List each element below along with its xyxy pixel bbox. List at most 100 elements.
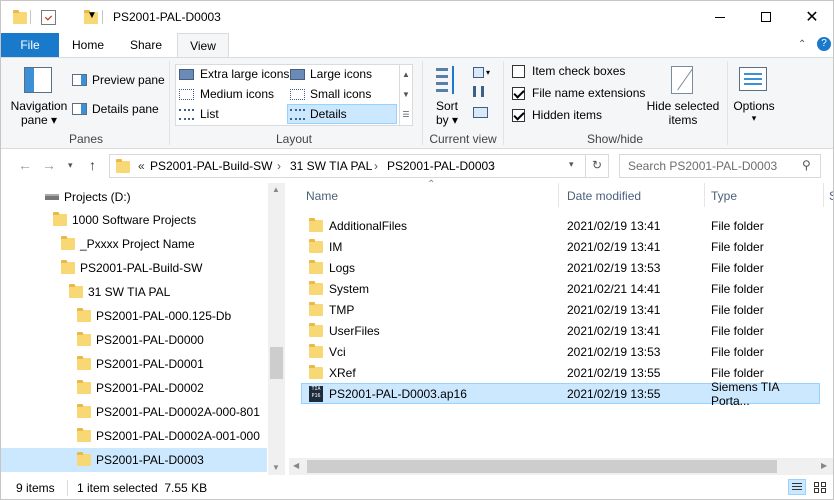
size-columns-button[interactable] [473,107,489,121]
file-row-userfiles[interactable]: UserFiles 2021/02/19 13:41 File folder [301,320,820,341]
properties-icon[interactable] [41,10,56,25]
details-pane-button[interactable]: Details pane [72,100,159,118]
nav-item-ps2001-pal-d0001[interactable]: PS2001-PAL-D0001 [1,352,267,376]
file-row-logs[interactable]: Logs 2021/02/19 13:53 File folder [301,257,820,278]
tab-share[interactable]: Share [119,33,173,57]
file-date: 2021/02/19 13:55 [567,386,661,401]
column-header-date-modified[interactable]: Date modified [567,189,641,203]
hidden-items-checkbox[interactable]: Hidden items [512,108,602,122]
scroll-up-icon[interactable]: ▲ [272,185,280,194]
column-divider[interactable] [823,183,824,207]
nav-item-ps2001-pal-d0002a-001-000[interactable]: PS2001-PAL-D0002A-001-000 [1,424,267,448]
back-button[interactable]: ← [18,157,32,173]
file-type: Siemens TIA Porta... [711,379,779,408]
up-button[interactable]: ↑ [89,157,96,173]
breadcrumb-ps2001-pal-build-sw[interactable]: PS2001-PAL-Build-SW [150,159,273,173]
nav-item-label: 31 SW TIA PAL [88,285,171,299]
collapse-ribbon-icon[interactable]: ⌃ [798,39,806,50]
minimize-button[interactable] [697,1,743,33]
preview-pane-label: Preview pane [92,73,165,87]
address-bar[interactable]: « PS2001-PAL-Build-SW › 31 SW TIA PAL › … [109,154,609,178]
ribbon-separator [169,61,170,145]
scroll-left-icon[interactable]: ◀ [293,461,299,470]
search-icon[interactable]: ⚲ [802,158,811,172]
nav-item-label: PS2001-PAL-D0002 [96,381,204,395]
nav-item-projects-d[interactable]: Projects (D:) [1,185,267,209]
layout-large-icons[interactable]: Large icons [290,67,372,81]
folder-icon [61,236,75,250]
forward-button[interactable]: → [42,157,56,173]
scroll-down-icon[interactable]: ▼ [272,463,280,472]
nav-scrollbar[interactable]: ▲ ▼ [268,183,285,475]
close-icon: ✕ [805,9,819,26]
file-row-system[interactable]: System 2021/02/21 14:41 File folder [301,278,820,299]
details-view-icon[interactable] [788,479,806,495]
help-icon[interactable]: ? [817,37,831,51]
layout-medium-icons[interactable]: Medium icons [179,87,274,101]
folder-icon [77,356,91,370]
nav-item-pxxxx-project-name[interactable]: _Pxxxx Project Name [1,232,267,256]
file-row-tmp[interactable]: TMP 2021/02/19 13:41 File folder [301,299,820,320]
sort-ascending-icon: ⌃ [427,179,436,190]
small-icons-icon [290,88,305,100]
column-divider[interactable] [558,183,559,207]
search-box[interactable]: Search PS2001-PAL-D0003 ⚲ [619,154,821,178]
file-row-im[interactable]: IM 2021/02/19 13:41 File folder [301,236,820,257]
hide-selected-items-button[interactable]: Hide selected items [645,63,721,127]
layout-scroll[interactable]: ▲ ▼ ☰ [399,65,412,125]
breadcrumb-separator-icon[interactable]: › [491,159,495,173]
close-button[interactable]: ✕ [789,1,833,33]
column-header-size[interactable]: S [829,189,833,203]
group-label-layout: Layout [275,132,313,146]
scroll-right-icon[interactable]: ▶ [821,461,827,470]
layout-small-icons[interactable]: Small icons [290,87,371,101]
layout-details[interactable]: Details [287,104,397,124]
navigation-pane-button[interactable]: Navigation pane ▾ [7,63,67,127]
breadcrumb-31-sw-tia-pal[interactable]: 31 SW TIA PAL [290,159,372,173]
status-bar: 9 items 1 item selected 7.55 KB [1,475,833,499]
layout-extra-large-icons[interactable]: Extra large icons [179,67,289,81]
preview-pane-button[interactable]: Preview pane [72,71,165,89]
list-icon [179,108,194,120]
tab-home[interactable]: Home [65,33,111,57]
list-horizontal-scrollbar[interactable]: ◀ ▶ [289,458,833,475]
refresh-icon[interactable]: ↻ [592,158,602,172]
nav-item-ps2001-pal-d0002a-000-801[interactable]: PS2001-PAL-D0002A-000-801 [1,400,267,424]
nav-item-ps2001-pal-d0002[interactable]: PS2001-PAL-D0002 [1,376,267,400]
nav-item-1000-software-projects[interactable]: 1000 Software Projects [1,208,267,232]
tab-view[interactable]: View [177,33,229,57]
sort-by-button[interactable]: Sort by ▾ [428,63,466,127]
address-dropdown-icon[interactable]: ▾ [569,159,574,170]
column-header-type[interactable]: Type [711,189,737,203]
breadcrumb-separator-icon[interactable]: › [277,159,281,173]
layout-list[interactable]: List [179,107,219,121]
add-columns-button[interactable] [473,86,489,100]
column-divider[interactable] [704,183,705,207]
maximize-button[interactable] [743,1,789,33]
recent-locations-button[interactable]: ▾ [68,160,73,171]
customize-qat-icon[interactable]: ▼ [87,10,97,21]
group-label-current-view: Current view [429,132,497,146]
column-header-name[interactable]: Name [306,189,338,203]
file-name-extensions-checkbox[interactable]: File name extensions [512,86,645,100]
item-check-boxes-checkbox[interactable]: Item check boxes [512,64,625,78]
options-button[interactable]: Options ▾ [731,63,777,127]
breadcrumb-separator-icon[interactable]: › [374,159,378,173]
nav-item-ps2001-pal-000-125-db[interactable]: PS2001-PAL-000.125-Db [1,304,267,328]
nav-scrollbar-thumb[interactable] [270,347,283,379]
file-date: 2021/02/19 13:41 [567,323,661,338]
list-horizontal-scrollbar-thumb[interactable] [307,460,777,473]
tab-file[interactable]: File [1,33,59,57]
nav-item-31-sw-tia-pal[interactable]: 31 SW TIA PAL [1,280,267,304]
nav-item-ps2001-pal-d0000[interactable]: PS2001-PAL-D0000 [1,328,267,352]
group-by-button[interactable]: ▾ [473,65,493,79]
file-row-vci[interactable]: Vci 2021/02/19 13:53 File folder [301,341,820,362]
nav-item-ps2001-pal-build-sw[interactable]: PS2001-PAL-Build-SW [1,256,267,280]
file-row-additionalfiles[interactable]: AdditionalFiles 2021/02/19 13:41 File fo… [301,215,820,236]
file-row-ps2001-pal-d0003-ap16[interactable]: TIA P16 PS2001-PAL-D0003.ap16 2021/02/19… [301,380,820,408]
nav-item-ps2001-pal-d0003[interactable]: PS2001-PAL-D0003 [1,448,267,472]
large-icons-view-icon[interactable] [811,479,829,495]
breadcrumb-ps2001-pal-d0003[interactable]: PS2001-PAL-D0003 [387,159,495,173]
ribbon-separator [503,61,504,145]
file-type: File folder [711,218,764,233]
